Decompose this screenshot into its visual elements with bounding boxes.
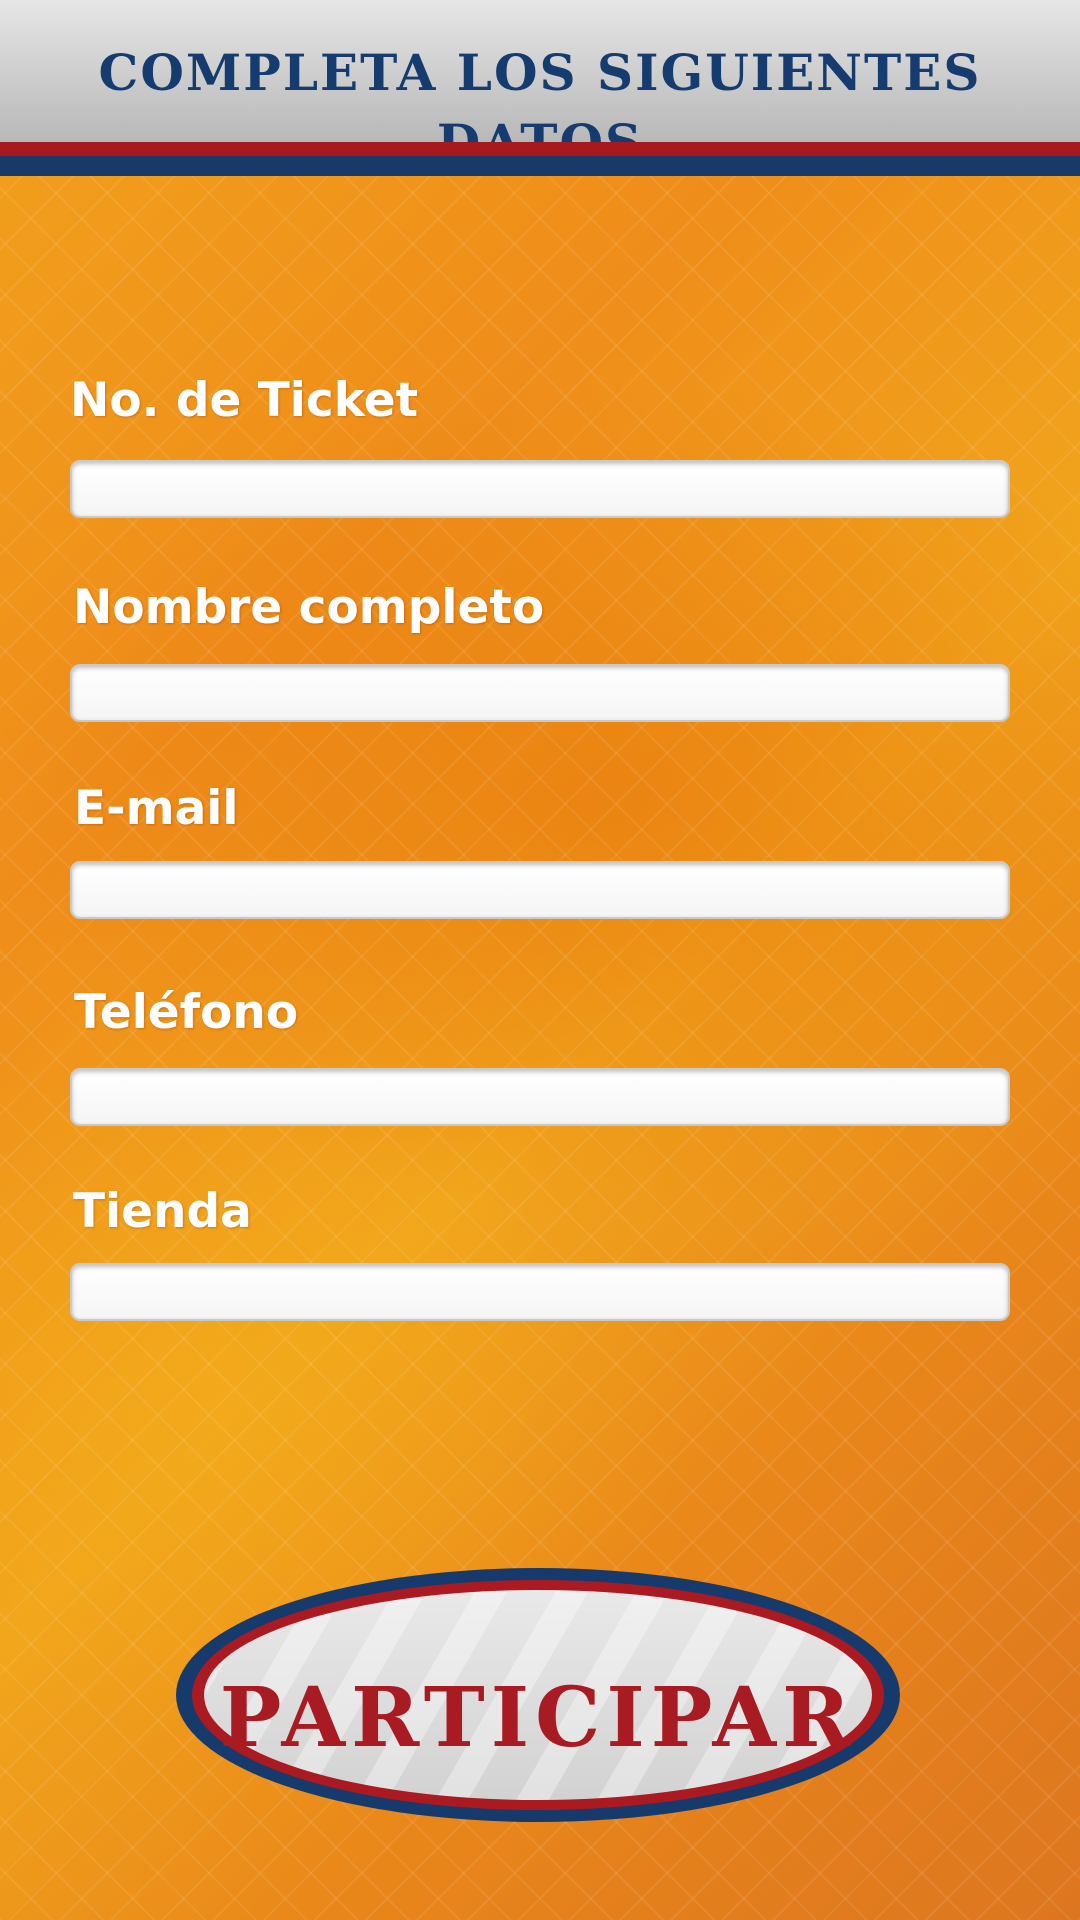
store-label: Tienda bbox=[73, 1184, 252, 1239]
button-ring: PARTICIPAR bbox=[192, 1580, 884, 1810]
email-input[interactable] bbox=[70, 861, 1010, 919]
phone-label: Teléfono bbox=[74, 985, 299, 1040]
button-face: PARTICIPAR bbox=[204, 1590, 872, 1800]
header-stripe-blue bbox=[0, 156, 1080, 176]
store-input[interactable] bbox=[70, 1263, 1010, 1321]
ticket-input[interactable] bbox=[70, 460, 1010, 518]
phone-input[interactable] bbox=[70, 1068, 1010, 1126]
ticket-label: No. de Ticket bbox=[70, 373, 419, 428]
full-name-input[interactable] bbox=[70, 664, 1010, 722]
participar-button-label: PARTICIPAR bbox=[219, 1670, 857, 1766]
full-name-label: Nombre completo bbox=[73, 580, 545, 635]
header-stripe-red bbox=[0, 142, 1080, 156]
participar-button[interactable]: PARTICIPAR bbox=[176, 1568, 900, 1822]
header-bar: COMPLETA LOS SIGUIENTES DATOS bbox=[0, 0, 1080, 172]
email-label: E-mail bbox=[74, 781, 239, 836]
